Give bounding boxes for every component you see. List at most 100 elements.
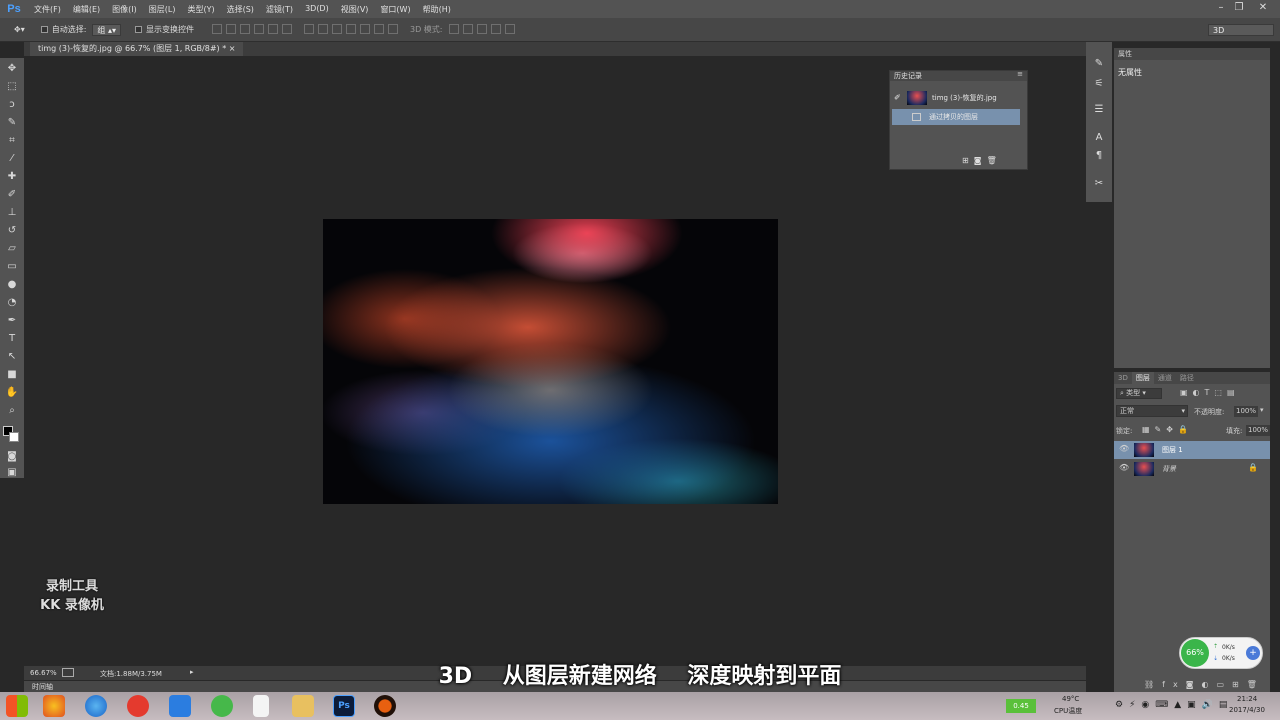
opacity-arrow-icon[interactable]: ▾ [1260,406,1264,414]
show-transform-checkbox[interactable]: 显示变换控件 [135,24,194,35]
network-widget[interactable]: 66% ⇡ ⇣ 0K/s 0K/s + [1179,637,1263,669]
auto-select-checkbox[interactable]: 自动选择: [40,24,86,35]
history-brush-tool-icon[interactable]: ↺ [4,224,20,238]
clock-date[interactable]: 2017/4/30 [1229,706,1265,714]
lock-icons[interactable]: ▦✎✥🔒 [1142,425,1193,434]
move-tool-icon[interactable]: ✥ [4,62,20,76]
background-color-swatch[interactable] [9,432,19,442]
clock-time[interactable]: 21:24 [1237,695,1257,703]
pen-tool-icon[interactable]: ✒ [4,314,20,328]
photoshop-taskbar-icon[interactable]: Ps [333,695,355,717]
menu-item[interactable]: 视图(V) [335,4,375,15]
menu-item[interactable]: 滤镜(T) [260,4,299,15]
gradient-tool-icon[interactable]: ▭ [4,260,20,274]
tab-3d[interactable]: 3D [1114,372,1132,384]
auto-select-dropdown[interactable]: 组 ▴▾ [92,23,121,36]
healing-brush-tool-icon[interactable]: ✚ [4,170,20,184]
history-step[interactable]: 通过拷贝的图层 [892,109,1020,125]
folder-icon[interactable] [292,695,314,717]
tray-icons[interactable]: ⚙⚡◉⌨▲▣🔊▤ [1115,700,1233,710]
visibility-eye-icon[interactable]: 👁 [1119,444,1129,453]
netease-icon[interactable] [127,695,149,717]
history-panel-title: 历史记录 [890,71,1027,81]
menu-item[interactable]: 类型(Y) [181,4,220,15]
eyedropper-tool-icon[interactable]: ⁄ [4,152,20,166]
menu-item[interactable]: 图像(I) [106,4,143,15]
restore-icon[interactable]: ❐ [1231,2,1247,14]
download-arrow-icon: ⇣ [1213,655,1219,662]
menu-item[interactable]: 图层(L) [143,4,182,15]
menu-item[interactable]: 编辑(E) [67,4,106,15]
lasso-tool-icon[interactable]: ↄ [4,98,20,112]
clone-stamp-tool-icon[interactable]: ⊥ [4,206,20,220]
history-footer-buttons[interactable]: ⊞ ◙ 🗑 [962,156,997,165]
menu-item[interactable]: 文件(F) [28,4,67,15]
history-snapshot[interactable]: ✐ timg (3)-恢复的.jpg [892,90,1020,106]
screen-mode-icon[interactable]: ▣ [4,466,20,480]
move-tool-icon[interactable]: ✥▾ [14,25,25,34]
show-transform-label: 显示变换控件 [146,25,194,34]
tool-presets-icon[interactable]: ✂ [1092,178,1106,190]
layer-filter-icons[interactable]: ▣◐T⬚▤ [1180,388,1240,397]
close-icon[interactable]: ✕ [1249,2,1277,14]
paragraph-icon[interactable]: ¶ [1092,150,1106,162]
cpu-label: CPU温度 [1054,707,1083,715]
layer-thumbnail [1134,462,1154,476]
character-icon[interactable]: A [1092,132,1106,144]
wps-icon[interactable] [169,695,191,717]
download-speed: 0K/s [1222,655,1235,662]
align-buttons[interactable] [210,23,294,36]
align-panel-icon[interactable]: ☰ [1092,104,1106,116]
document-tab-bar: timg (3)-恢复的.jpg @ 66.7% (图层 1, RGB/8#) … [24,42,1086,56]
quick-select-tool-icon[interactable]: ✎ [4,116,20,130]
workspace-dropdown[interactable]: 3D [1208,23,1274,36]
crop-tool-icon[interactable]: ⌗ [4,134,20,148]
layer-filter-dropdown[interactable]: ⌕ 类型 ▾ [1116,388,1162,399]
tab-channels[interactable]: 通道 [1154,372,1176,384]
panel-menu-icon[interactable]: ≡ [1017,70,1023,78]
shape-tool-icon[interactable]: ■ [4,368,20,382]
layer-row-background[interactable]: 👁 背景 🔒 [1114,460,1270,478]
menu-bar: Ps 文件(F) 编辑(E) 图像(I) 图层(L) 类型(Y) 选择(S) 滤镜(T) 3D… [0,0,1280,18]
opacity-label: 不透明度: [1194,408,1225,416]
battery-indicator: 0.45 [1006,699,1036,713]
document-icon[interactable] [253,695,269,717]
menu-item[interactable]: 选择(S) [221,4,260,15]
hand-tool-icon[interactable]: ✋ [4,386,20,400]
marquee-tool-icon[interactable]: ⬚ [4,80,20,94]
opacity-input[interactable]: 100% [1234,406,1258,417]
brush-tool-icon[interactable]: ✐ [4,188,20,202]
360-icon[interactable] [211,695,233,717]
tab-paths[interactable]: 路径 [1176,372,1198,384]
browser-icon[interactable] [43,695,65,717]
network-percent: 66% [1181,639,1209,667]
ie-icon[interactable] [85,695,107,717]
recorder-icon[interactable] [374,695,396,717]
menu-item[interactable]: 3D(D) [299,4,335,15]
layer-row-layer1[interactable]: 👁 图层 1 [1114,441,1270,459]
minimize-icon[interactable]: – [1213,2,1229,14]
quick-mask-icon[interactable]: ◙ [4,450,20,464]
menu-item[interactable]: 帮助(H) [417,4,457,15]
properties-panel: 属性 无属性 [1114,48,1270,368]
galaxy-image[interactable] [323,219,778,504]
dodge-tool-icon[interactable]: ◔ [4,296,20,310]
mode-3d-buttons[interactable] [447,23,517,36]
adjustments-icon[interactable]: ⚟ [1092,78,1106,90]
document-tab[interactable]: timg (3)-恢复的.jpg @ 66.7% (图层 1, RGB/8#) … [30,42,244,56]
fill-input[interactable]: 100% [1246,425,1270,436]
type-tool-icon[interactable]: T [4,332,20,346]
tab-layers[interactable]: 图层 [1131,372,1154,384]
menu-item[interactable]: 窗口(W) [374,4,416,15]
path-select-tool-icon[interactable]: ↖ [4,350,20,364]
blur-tool-icon[interactable]: ● [4,278,20,292]
eraser-tool-icon[interactable]: ▱ [4,242,20,256]
blend-mode-dropdown[interactable]: 正常 ▾ [1116,405,1188,417]
upload-speed: 0K/s [1222,644,1235,651]
brush-preset-icon[interactable]: ✎ [1092,58,1106,70]
zoom-tool-icon[interactable]: ⌕ [4,404,20,418]
start-button-icon[interactable] [6,695,28,717]
video-subtitle: 3D 从图层新建网络 深度映射到平面 [438,664,842,689]
distribute-buttons[interactable] [302,23,400,36]
visibility-eye-icon[interactable]: 👁 [1119,463,1129,472]
